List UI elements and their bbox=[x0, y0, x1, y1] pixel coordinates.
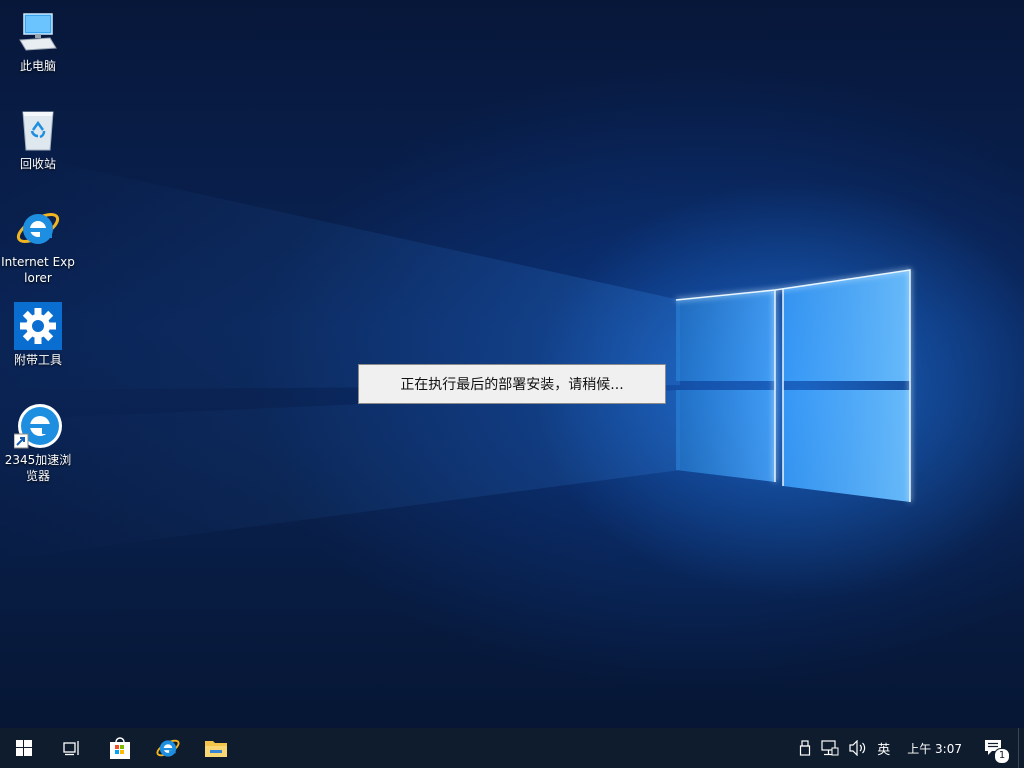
usb-icon bbox=[800, 740, 811, 756]
taskbar: 英 上午 3:07 1 bbox=[0, 728, 1024, 768]
store-icon bbox=[110, 737, 130, 759]
network-icon bbox=[821, 740, 839, 756]
volume-icon bbox=[849, 740, 866, 756]
internet-explorer-icon bbox=[14, 204, 62, 252]
usb-tray-button[interactable] bbox=[794, 728, 816, 768]
taskbar-ie-button[interactable] bbox=[144, 728, 192, 768]
desktop-icon-internet-explorer[interactable]: Internet Explorer bbox=[0, 204, 76, 286]
show-desktop-button[interactable] bbox=[1018, 728, 1024, 768]
start-button[interactable] bbox=[0, 728, 48, 768]
desktop: 此电脑 回收站 Internet Explorer 附带工具 2345加速浏览器… bbox=[0, 0, 1024, 728]
desktop-icon-this-pc[interactable]: 此电脑 bbox=[0, 8, 76, 74]
browser-2345-icon bbox=[13, 402, 62, 450]
desktop-icon-label: 此电脑 bbox=[19, 59, 56, 73]
ime-indicator[interactable]: 英 bbox=[872, 728, 895, 768]
ime-label: 英 bbox=[877, 742, 891, 758]
window-pane-bottom-right bbox=[783, 390, 910, 502]
internet-explorer-icon bbox=[156, 739, 180, 757]
action-center-button[interactable]: 1 bbox=[974, 728, 1014, 768]
window-pane-bottom-left bbox=[676, 390, 775, 482]
network-tray-button[interactable] bbox=[816, 728, 844, 768]
gear-icon bbox=[14, 302, 62, 350]
desktop-icon-label: Internet Explorer bbox=[1, 255, 75, 285]
desktop-icon-accessories[interactable]: 附带工具 bbox=[0, 302, 76, 368]
desktop-icon-label: 回收站 bbox=[19, 157, 56, 171]
taskbar-file-explorer-button[interactable] bbox=[192, 728, 240, 768]
clock[interactable]: 上午 3:07 bbox=[895, 728, 974, 768]
system-tray: 英 上午 3:07 1 bbox=[794, 728, 1024, 768]
clock-time: 上午 3:07 bbox=[907, 741, 962, 756]
notification-count-badge: 1 bbox=[994, 748, 1010, 764]
desktop-icon-2345-browser[interactable]: 2345加速浏览器 bbox=[0, 402, 76, 484]
desktop-icon-recycle-bin[interactable]: 回收站 bbox=[0, 106, 76, 172]
desktop-icon-label: 2345加速浏览器 bbox=[4, 453, 72, 483]
window-pane-top-left bbox=[676, 290, 775, 381]
windows-start-icon bbox=[16, 740, 32, 756]
task-view-icon bbox=[63, 741, 79, 756]
file-explorer-icon bbox=[205, 741, 227, 757]
recycle-bin-icon bbox=[14, 106, 62, 154]
deployment-message: 正在执行最后的部署安装，请稍候... bbox=[400, 377, 624, 393]
volume-tray-button[interactable] bbox=[844, 728, 872, 768]
desktop-icon-label: 附带工具 bbox=[13, 353, 62, 367]
taskbar-store-button[interactable] bbox=[96, 728, 144, 768]
task-view-button[interactable] bbox=[48, 728, 96, 768]
deployment-status-dialog: 正在执行最后的部署安装，请稍候... bbox=[358, 364, 666, 404]
this-pc-icon bbox=[14, 8, 62, 56]
